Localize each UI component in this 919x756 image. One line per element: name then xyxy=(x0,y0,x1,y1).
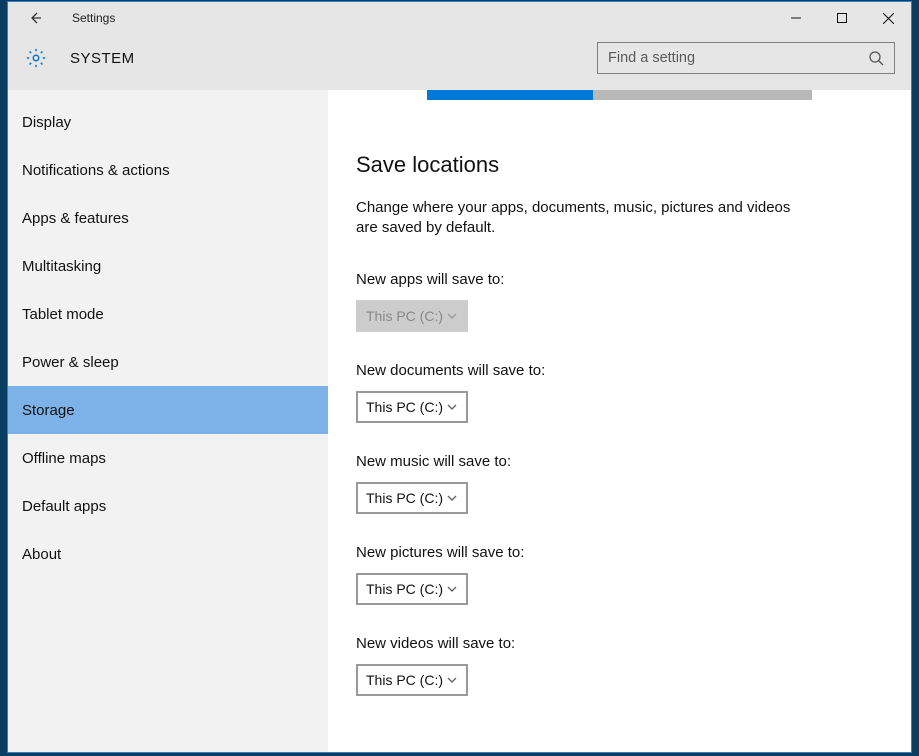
chevron-down-icon xyxy=(446,310,458,322)
search-box[interactable] xyxy=(597,42,895,74)
window-title: Settings xyxy=(72,11,115,25)
storage-progress-bar xyxy=(427,90,812,100)
sidebar-item-label: Notifications & actions xyxy=(22,162,170,179)
sidebar-item-display[interactable]: Display xyxy=(8,98,328,146)
field-label: New documents will save to: xyxy=(356,362,883,379)
storage-progress-wrap xyxy=(356,90,883,100)
select-value: This PC (C:) xyxy=(366,308,446,324)
drive-select[interactable]: This PC (C:) xyxy=(356,391,468,423)
save-location-field: New pictures will save to: This PC (C:) xyxy=(356,544,883,605)
chevron-down-icon xyxy=(446,674,458,686)
sidebar-item-power-sleep[interactable]: Power & sleep xyxy=(8,338,328,386)
drive-select[interactable]: This PC (C:) xyxy=(356,482,468,514)
search-input[interactable] xyxy=(608,50,868,66)
sidebar-item-label: Multitasking xyxy=(22,258,101,275)
sidebar-item-label: Display xyxy=(22,114,71,131)
sidebar-item-label: Tablet mode xyxy=(22,306,104,323)
minimize-icon xyxy=(791,13,801,23)
sidebar-item-multitasking[interactable]: Multitasking xyxy=(8,242,328,290)
sidebar-item-storage[interactable]: Storage xyxy=(8,386,328,434)
titlebar-bottom: SYSTEM xyxy=(8,34,911,90)
chevron-down-icon xyxy=(446,492,458,504)
sidebar-item-about[interactable]: About xyxy=(8,530,328,578)
back-button[interactable] xyxy=(14,3,56,33)
sidebar-item-label: Offline maps xyxy=(22,450,106,467)
maximize-icon xyxy=(837,13,847,23)
titlebar-top: Settings xyxy=(8,2,911,34)
maximize-button[interactable] xyxy=(819,3,865,33)
sidebar-item-label: Storage xyxy=(22,402,75,419)
field-label: New apps will save to: xyxy=(356,271,883,288)
save-location-field: New videos will save to: This PC (C:) xyxy=(356,635,883,696)
content-description: Change where your apps, documents, music… xyxy=(356,198,816,239)
titlebar: Settings SYSTEM xyxy=(8,2,911,90)
body-area: Display Notifications & actions Apps & fea… xyxy=(8,90,911,752)
sidebar: Display Notifications & actions Apps & fea… xyxy=(8,90,328,752)
storage-progress-fill xyxy=(427,90,593,100)
section-title: SYSTEM xyxy=(70,50,135,67)
content-pane: Save locations Change where your apps, d… xyxy=(328,90,911,752)
save-location-field: New music will save to: This PC (C:) xyxy=(356,453,883,514)
save-location-field: New documents will save to: This PC (C:) xyxy=(356,362,883,423)
minimize-button[interactable] xyxy=(773,3,819,33)
chevron-down-icon xyxy=(446,583,458,595)
sidebar-item-label: Default apps xyxy=(22,498,106,515)
search-icon xyxy=(868,50,884,66)
close-icon xyxy=(883,13,894,24)
field-label: New music will save to: xyxy=(356,453,883,470)
select-value: This PC (C:) xyxy=(366,581,446,597)
content-heading: Save locations xyxy=(356,152,883,178)
sidebar-item-default-apps[interactable]: Default apps xyxy=(8,482,328,530)
window-controls xyxy=(773,3,911,33)
drive-select: This PC (C:) xyxy=(356,300,468,332)
chevron-down-icon xyxy=(446,401,458,413)
field-label: New pictures will save to: xyxy=(356,544,883,561)
sidebar-item-offline-maps[interactable]: Offline maps xyxy=(8,434,328,482)
arrow-left-icon xyxy=(27,10,43,26)
sidebar-item-label: Apps & features xyxy=(22,210,129,227)
select-value: This PC (C:) xyxy=(366,490,446,506)
sidebar-item-label: Power & sleep xyxy=(22,354,119,371)
drive-select[interactable]: This PC (C:) xyxy=(356,664,468,696)
select-value: This PC (C:) xyxy=(366,399,446,415)
field-label: New videos will save to: xyxy=(356,635,883,652)
sidebar-item-notifications-actions[interactable]: Notifications & actions xyxy=(8,146,328,194)
sidebar-item-tablet-mode[interactable]: Tablet mode xyxy=(8,290,328,338)
close-button[interactable] xyxy=(865,3,911,33)
save-location-field: New apps will save to: This PC (C:) xyxy=(356,271,883,332)
drive-select[interactable]: This PC (C:) xyxy=(356,573,468,605)
sidebar-item-apps-features[interactable]: Apps & features xyxy=(8,194,328,242)
settings-window: Settings SYSTEM xyxy=(7,1,912,753)
sidebar-item-label: About xyxy=(22,546,61,563)
gear-icon xyxy=(24,46,48,70)
select-value: This PC (C:) xyxy=(366,672,446,688)
